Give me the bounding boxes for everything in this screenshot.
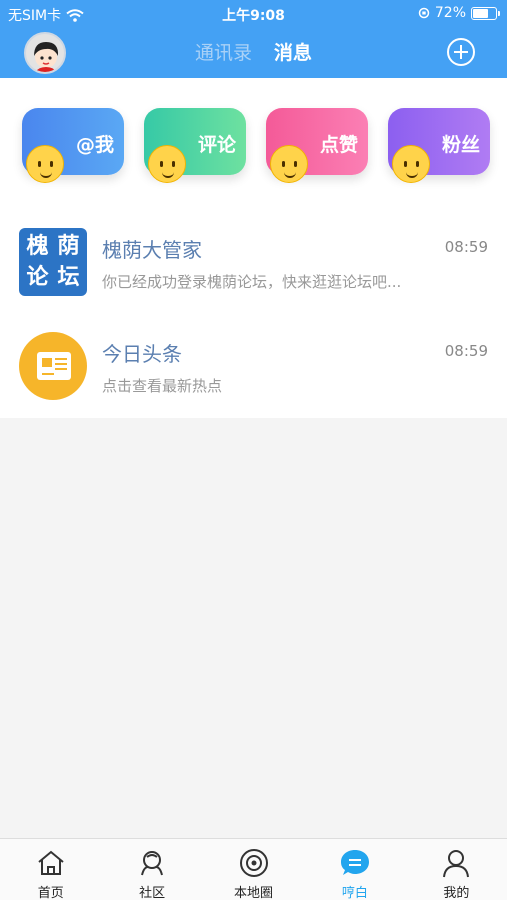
category-label: 评论 <box>197 134 236 156</box>
message-title: 槐荫大管家 <box>102 238 202 262</box>
message-preview: 点击查看最新热点 <box>102 377 223 395</box>
tab-profile[interactable]: 我的 <box>406 839 507 900</box>
rotation-lock-icon <box>418 7 430 19</box>
tab-label: 首页 <box>37 886 64 900</box>
tab-contacts[interactable]: 通讯录 <box>195 42 252 64</box>
emoji-face-icon <box>270 145 308 183</box>
message-item-headlines[interactable]: 今日头条 08:59 点击查看最新热点 <box>0 332 507 412</box>
category-row: @我 评论 点赞 粉丝 <box>0 108 507 183</box>
message-title: 今日头条 <box>102 342 182 366</box>
category-label: 点赞 <box>319 134 358 156</box>
emoji-face-icon <box>26 145 64 183</box>
category-fans-button[interactable]: 粉丝 <box>388 108 490 183</box>
emoji-face-icon <box>148 145 186 183</box>
message-preview: 你已经成功登录槐荫论坛，快来逛逛论坛吧... <box>102 273 402 291</box>
tab-home[interactable]: 首页 <box>0 839 101 900</box>
emoji-face-icon <box>392 145 430 183</box>
message-time: 08:59 <box>444 342 488 360</box>
tab-label: 本地圈 <box>234 886 274 900</box>
forum-logo-icon: 槐 荫 论 坛 <box>19 228 87 296</box>
add-button[interactable] <box>447 38 475 66</box>
newspaper-icon <box>19 332 87 400</box>
category-comment-button[interactable]: 评论 <box>144 108 246 183</box>
bottom-tab-bar: 首页 社区 本地圈 哼白 我的 <box>0 838 507 900</box>
tab-local-circle[interactable]: 本地圈 <box>203 839 304 900</box>
tab-messages[interactable]: 消息 <box>274 42 312 64</box>
tab-label: 我的 <box>443 886 470 900</box>
tab-chat[interactable]: 哼白 <box>304 839 405 900</box>
tab-community[interactable]: 社区 <box>101 839 202 900</box>
category-mention-button[interactable]: @我 <box>22 108 124 183</box>
category-label: 粉丝 <box>441 134 480 156</box>
category-label: @我 <box>75 134 114 156</box>
status-bar: 无SIM卡 上午9:08 72% <box>0 0 507 28</box>
profile-icon <box>443 850 470 878</box>
category-like-button[interactable]: 点赞 <box>266 108 368 183</box>
message-time: 08:59 <box>444 238 488 256</box>
message-panel: @我 评论 点赞 粉丝 槐 荫 论 坛 槐荫大管家 08:59 你已经成功登录槐… <box>0 78 507 418</box>
community-icon <box>141 851 164 876</box>
local-circle-icon <box>239 849 268 877</box>
top-bar: 无SIM卡 上午9:08 72% 通讯录 消息 <box>0 0 507 78</box>
chat-bubble-icon <box>340 850 369 875</box>
message-item-butler[interactable]: 槐 荫 论 坛 槐荫大管家 08:59 你已经成功登录槐荫论坛，快来逛逛论坛吧.… <box>0 228 507 308</box>
tab-label: 哼白 <box>341 886 368 900</box>
battery-percent: 72% <box>434 5 466 21</box>
battery-icon <box>471 6 500 20</box>
tab-label: 社区 <box>139 886 166 900</box>
home-icon <box>38 850 64 875</box>
